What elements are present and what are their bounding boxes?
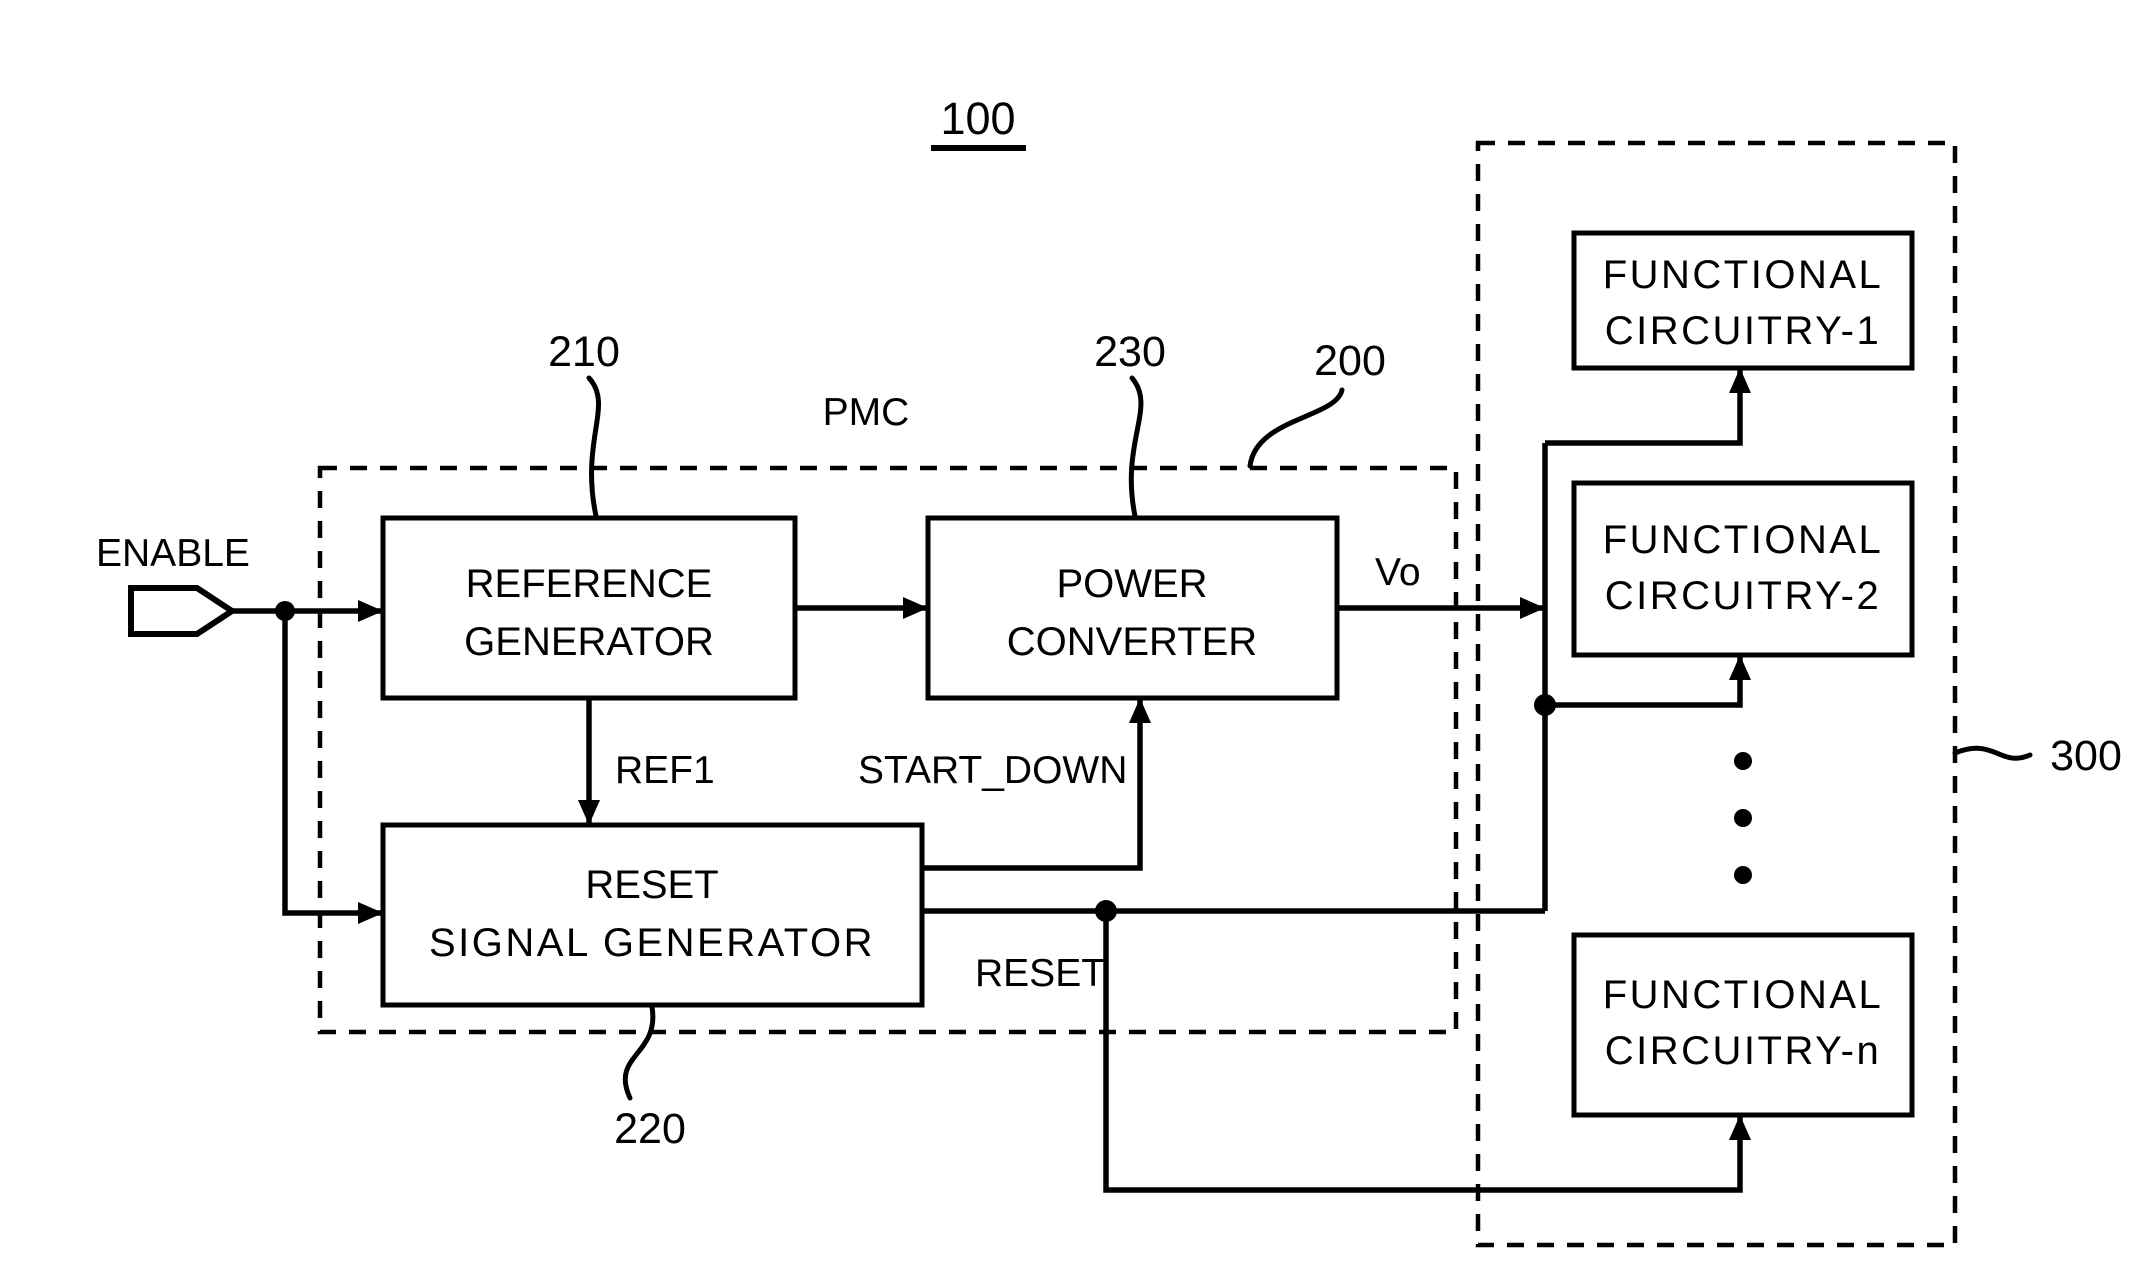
reset-signal-generator-line2: SIGNAL GENERATOR (429, 921, 875, 965)
arrowhead-vo (1520, 597, 1545, 619)
leader-300 (1952, 745, 2033, 761)
reference-generator-line1: REFERENCE (466, 562, 713, 606)
functional-circuitry-2-line2: CIRCUITRY-2 (1605, 574, 1881, 618)
arrowhead-start-down (1129, 698, 1151, 723)
arrowhead-enable-to-resetgen (358, 902, 383, 924)
leader-200 (1247, 387, 1345, 469)
enable-pennant-icon (128, 585, 238, 637)
wire-bus-to-fc2 (1545, 655, 1743, 708)
reset-signal-generator-block (380, 822, 925, 1008)
enable-input-port: ENABLE (96, 532, 250, 637)
ref-300: 300 (2050, 732, 2122, 780)
ref-230: 230 (1094, 328, 1166, 376)
figure-canvas: 100 PMC 200 300 ENABLE REFERENCE GENERAT… (0, 0, 2141, 1270)
reference-generator-block (380, 515, 798, 701)
figure-number: 100 (931, 93, 1026, 151)
wire-enable-branch (282, 611, 383, 916)
power-converter-block (925, 515, 1340, 701)
leader-230 (1128, 375, 1144, 519)
enable-label: ENABLE (96, 532, 250, 575)
functional-circuitry-2-line1: FUNCTIONAL (1603, 518, 1884, 562)
arrowhead-enable-to-refgen (358, 600, 383, 622)
functional-circuitry-2-block (1571, 480, 1915, 658)
reset-signal-generator-line1: RESET (585, 863, 718, 907)
arrowhead-ref1 (578, 800, 600, 825)
arrowhead-refgen-to-powerconv (903, 597, 928, 619)
arrowhead-bus-to-fc1 (1729, 368, 1751, 393)
reset-label: RESET (975, 952, 1105, 995)
power-converter-line2: CONVERTER (1007, 620, 1257, 664)
arrowhead-bus-to-fc2 (1729, 655, 1751, 680)
functional-circuitry-1-line2: CIRCUITRY-1 (1605, 309, 1881, 353)
start-down-label: START_DOWN (858, 749, 1127, 792)
ref-210: 210 (548, 328, 620, 376)
functional-circuitry-n-line2: CIRCUITRY-n (1605, 1029, 1881, 1073)
ref-200: 200 (1314, 337, 1386, 385)
figure-number-text: 100 (940, 93, 1015, 144)
ref1-label: REF1 (615, 749, 715, 792)
vertical-ellipsis-icon (1734, 752, 1752, 884)
functional-circuitry-n-block (1571, 932, 1915, 1118)
functional-circuitry-n-line1: FUNCTIONAL (1603, 973, 1884, 1017)
ref-220: 220 (614, 1105, 686, 1153)
reference-generator-line2: GENERATOR (464, 620, 714, 664)
leader-220 (622, 1004, 656, 1101)
vo-label: Vo (1375, 551, 1421, 594)
block-diagram: 100 PMC 200 300 ENABLE REFERENCE GENERAT… (96, 93, 2122, 1248)
arrowhead-reset-to-fcn (1729, 1115, 1751, 1140)
leader-210 (586, 375, 601, 519)
wire-bus-to-fc1 (1545, 368, 1743, 446)
functional-circuitry-1-line1: FUNCTIONAL (1603, 253, 1884, 297)
power-converter-line1: POWER (1056, 562, 1207, 606)
pmc-label: PMC (823, 391, 910, 434)
